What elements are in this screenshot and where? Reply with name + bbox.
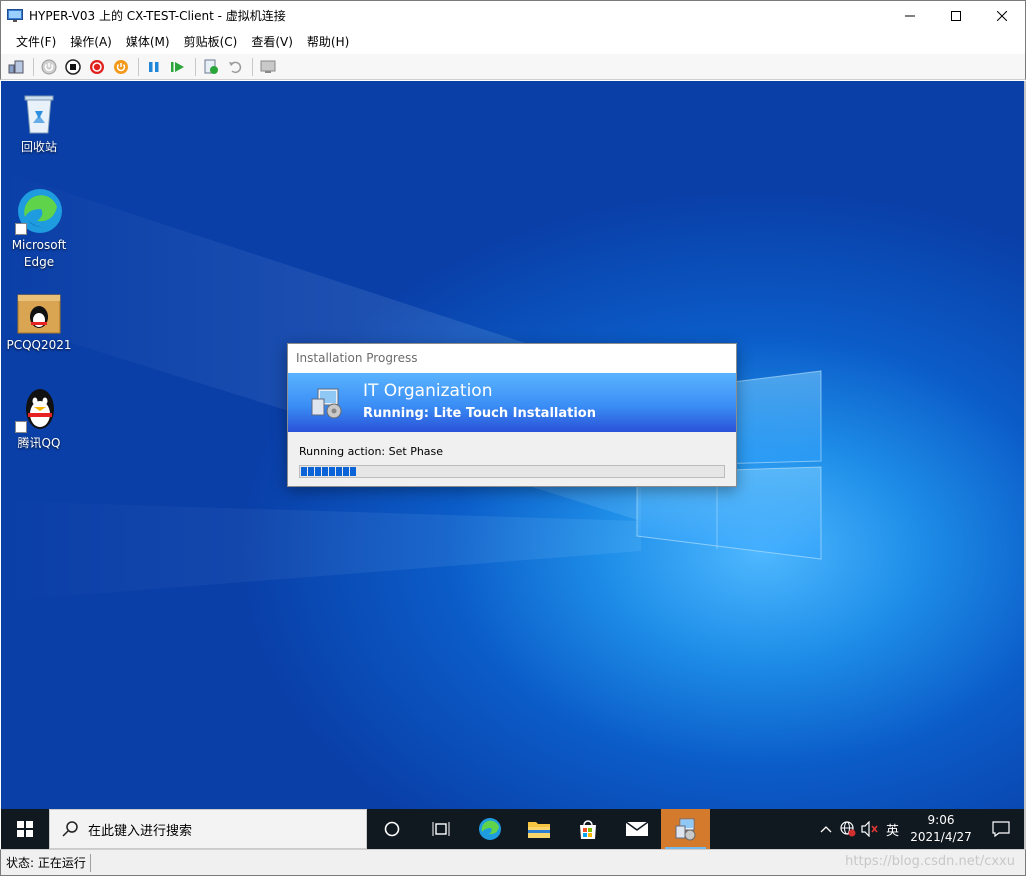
folder-icon [527,822,550,838]
vm-toolbar [0,54,1026,80]
edge-icon [15,187,63,235]
vm-connection-icon [7,8,23,23]
shortcut-arrow-icon [15,223,27,235]
vm-status-text: 状态: 正在运行 [1,853,91,872]
pause-icon[interactable] [143,56,165,78]
menu-bar: 文件(F) 操作(A) 媒体(M) 剪贴板(C) 查看(V) 帮助(H) [0,30,1026,54]
store-icon [579,820,596,839]
progress-segment [350,467,356,476]
progress-segment [322,467,328,476]
dialog-banner: IT Organization Running: Lite Touch Inst… [288,373,736,432]
progress-fill [300,466,724,477]
reset-icon[interactable] [167,56,189,78]
current-action-label: Running action: Set Phase [299,445,444,458]
progress-segment [343,467,349,476]
menu-clipboard[interactable]: 剪贴板(C) [177,30,245,54]
chevron-up-icon [820,826,832,833]
save-icon[interactable] [110,56,132,78]
revert-icon[interactable] [224,56,246,78]
notification-icon [992,821,1010,837]
progress-segment [301,467,307,476]
clock-time: 9:06 [927,813,955,827]
toolbar-separator [195,57,196,76]
mail-icon [625,821,648,836]
deployment-computer-icon [310,385,346,421]
vm-status-bar: 状态: 正在运行 https://blog.csdn.net/cxxu [0,849,1026,876]
system-tray: 英 9:06 2021/4/27 [815,809,1024,849]
maximize-button[interactable] [933,1,979,31]
show-hidden-icons-button[interactable] [815,809,837,849]
action-center-button[interactable] [978,809,1024,849]
desktop-icon-recycle-bin[interactable]: 回收站 [1,89,77,156]
menu-help[interactable]: 帮助(H) [300,30,356,54]
recycle-bin-icon [15,89,63,137]
clock-date: 2021/4/27 [910,830,972,844]
windows-icon [17,821,33,837]
deployment-computer-icon [675,818,695,841]
cortana-button[interactable] [367,809,416,849]
start-button[interactable] [1,809,49,849]
desktop-icon-label: Microsoft Edge [11,238,67,269]
volume-muted-icon [861,821,878,837]
qq-icon [15,385,63,433]
shortcut-arrow-icon [15,421,27,433]
menu-file[interactable]: 文件(F) [9,30,63,54]
desktop-icon-pcqq2021[interactable]: PCQQ2021 [1,287,77,354]
checkpoint-icon[interactable] [200,56,222,78]
progress-segment [308,467,314,476]
organization-name: IT Organization [363,381,493,401]
menu-action[interactable]: 操作(A) [63,30,119,54]
desktop-icon-label: 腾讯QQ [17,436,61,450]
ime-indicator[interactable]: 英 [881,820,904,839]
toolbar-separator [33,57,34,76]
menu-view[interactable]: 查看(V) [244,30,300,54]
installation-progress-dialog: Installation Progress IT Organization Ru… [287,343,737,487]
edge-icon [478,818,501,840]
cortana-icon [384,821,399,837]
progress-segment [315,467,321,476]
desktop-icon-label: 回收站 [20,140,57,154]
running-task-label: Running: Lite Touch Installation [363,406,596,421]
csdn-watermark: https://blog.csdn.net/cxxu [845,854,1015,869]
dialog-title: Installation Progress [288,344,736,373]
taskbar-file-explorer[interactable] [514,809,563,849]
turn-off-icon[interactable] [62,56,84,78]
task-view-button[interactable] [416,809,465,849]
progress-segment [329,467,335,476]
taskbar-store[interactable] [563,809,612,849]
minimize-button[interactable] [887,1,933,31]
taskbar-clock[interactable]: 9:06 2021/4/27 [904,812,978,846]
desktop-icon-edge[interactable]: Microsoft Edge [1,187,77,271]
search-icon [62,821,78,837]
volume-button[interactable] [859,809,881,849]
desktop-icon-label: PCQQ2021 [6,338,72,352]
toolbar-separator [138,57,139,76]
progress-segment [336,467,342,476]
menu-media[interactable]: 媒体(M) [119,30,177,54]
network-button[interactable] [837,809,859,849]
network-globe-icon [840,821,856,837]
taskbar: 在此键入进行搜索 英 9:06 2021/4/27 [1,809,1024,849]
installation-progress-bar [299,465,725,478]
toolbar-separator [252,57,253,76]
close-button[interactable] [979,1,1025,31]
task-view-icon [432,822,449,836]
enhanced-session-icon[interactable] [257,56,279,78]
desktop-icon-tencent-qq[interactable]: 腾讯QQ [1,385,77,452]
search-placeholder: 在此键入进行搜索 [88,823,193,839]
window-title-bar: HYPER-V03 上的 CX-TEST-Client - 虚拟机连接 [0,0,1026,30]
taskbar-mail[interactable] [612,809,661,849]
window-title: HYPER-V03 上的 CX-TEST-Client - 虚拟机连接 [29,9,286,23]
taskbar-search-box[interactable]: 在此键入进行搜索 [49,809,367,849]
ctrl-alt-del-icon[interactable] [5,56,27,78]
shutdown-icon[interactable] [86,56,108,78]
start-icon[interactable] [38,56,60,78]
taskbar-edge[interactable] [465,809,514,849]
qq-installer-icon [15,287,63,335]
taskbar-deployment-app[interactable] [661,809,710,849]
